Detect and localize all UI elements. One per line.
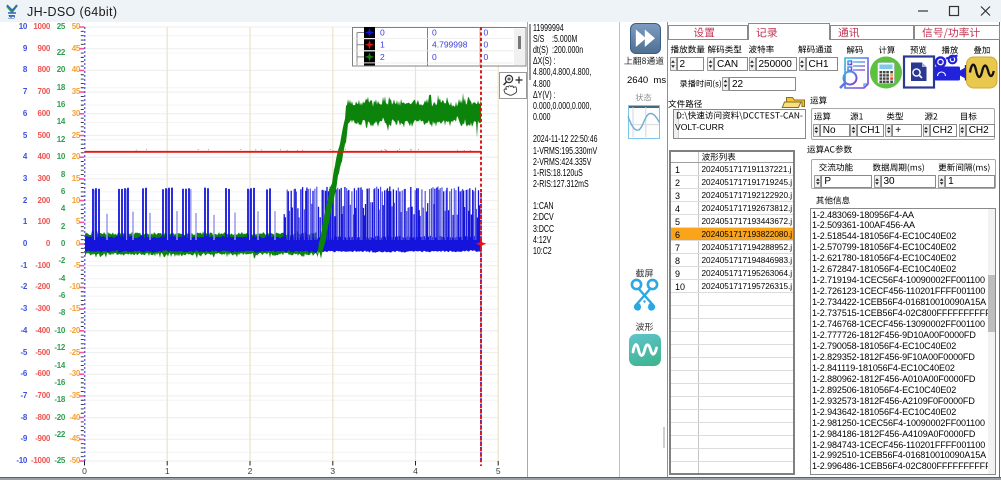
svg-text:0: 0 [432, 52, 437, 62]
svg-text:0: 0 [380, 28, 385, 38]
svg-text:0: 0 [432, 28, 437, 38]
svg-text:2: 2 [380, 52, 385, 62]
svg-text:0: 0 [484, 52, 489, 62]
svg-text:1: 1 [380, 40, 385, 50]
svg-text:4.799998: 4.799998 [432, 40, 468, 50]
svg-text:0: 0 [484, 40, 489, 50]
svg-text:0: 0 [484, 28, 489, 38]
